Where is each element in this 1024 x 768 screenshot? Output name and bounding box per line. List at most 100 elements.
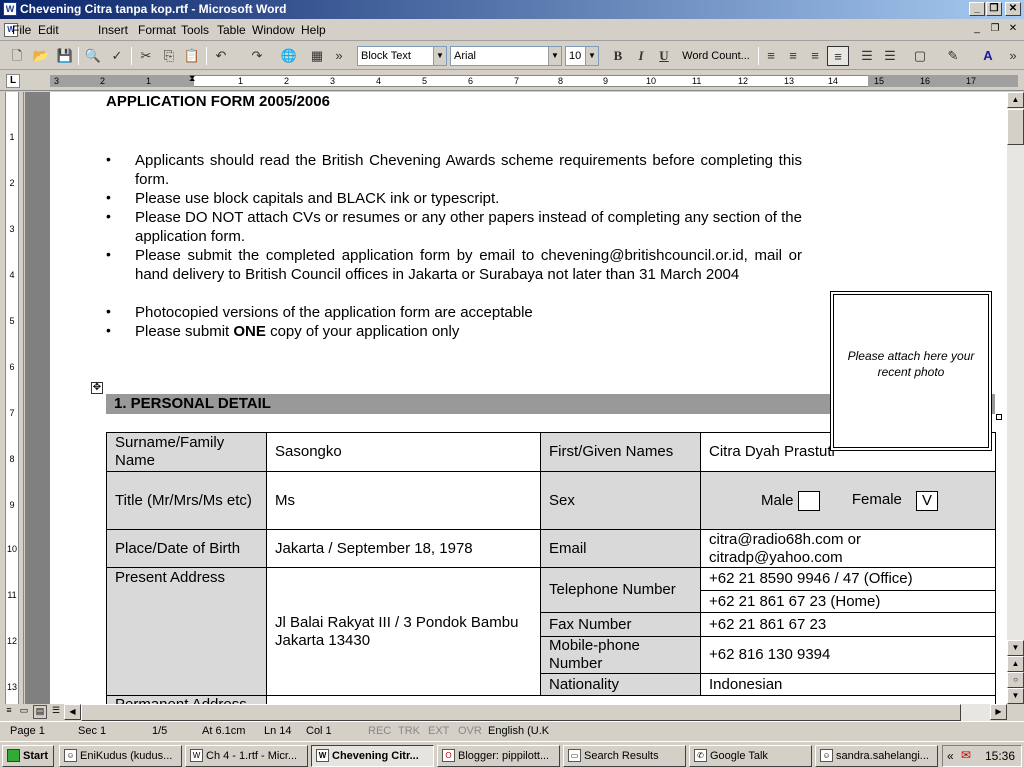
copy-icon[interactable]: ⎘ — [158, 46, 180, 66]
photo-box[interactable]: Please attach here your recent photo — [830, 291, 992, 451]
bold-button[interactable]: B — [607, 46, 629, 66]
male-checkbox[interactable] — [797, 490, 820, 511]
ruler-number: 2 — [100, 76, 106, 86]
toolbar-options-icon[interactable]: » — [333, 46, 345, 66]
gmail-notifier-icon[interactable]: ✉ — [961, 748, 971, 762]
taskbar-item-active[interactable]: W Chevening Citr... — [311, 745, 434, 767]
taskbar-item[interactable]: ▭ Search Results — [563, 745, 686, 767]
font-size-select[interactable]: 10 ▼ — [565, 46, 599, 66]
justify-icon[interactable]: ≡ — [827, 46, 849, 66]
email-field[interactable]: citra@radio68h.com or citradp@yahoo.com — [700, 529, 996, 568]
document-area[interactable]: APPLICATION FORM 2005/2006 • Applicants … — [25, 92, 1007, 704]
tab-selector-button[interactable]: L — [6, 74, 20, 88]
vertical-scrollbar[interactable]: ▲ ▼ ▲ ○ ▼ — [1007, 92, 1024, 704]
bullet-icon: • — [106, 151, 111, 167]
save-icon[interactable]: 💾 — [54, 46, 76, 66]
bullets-icon[interactable]: ☰ — [879, 46, 901, 66]
new-document-icon[interactable]: 🗋 — [6, 46, 28, 66]
spelling-icon[interactable]: ✓ — [106, 46, 128, 66]
menu-table[interactable]: Table — [217, 23, 246, 37]
status-trk[interactable]: TRK — [398, 725, 420, 737]
underline-button[interactable]: U — [653, 46, 675, 66]
telephone-home-field[interactable]: +62 21 861 67 23 (Home) — [700, 590, 996, 613]
numbering-icon[interactable]: ☰ — [856, 46, 878, 66]
fax-field[interactable]: +62 21 861 67 23 — [700, 612, 996, 637]
highlight-icon[interactable]: ✎ — [942, 46, 964, 66]
scroll-up-icon[interactable]: ▲ — [1007, 92, 1024, 108]
menu-file[interactable]: File — [12, 23, 31, 37]
taskbar-item[interactable]: O Blogger: pippilott... — [437, 745, 560, 767]
status-language[interactable]: English (U.K — [488, 725, 549, 737]
scroll-right-icon[interactable]: ▶ — [990, 704, 1007, 720]
permanent-address-field[interactable] — [266, 695, 996, 704]
open-icon[interactable]: 📂 — [30, 46, 52, 66]
align-center-icon[interactable]: ≡ — [782, 46, 804, 66]
menu-window[interactable]: Window — [252, 23, 295, 37]
table-move-handle-icon[interactable]: ✥ — [91, 382, 103, 394]
mobile-field[interactable]: +62 816 130 9394 — [700, 636, 996, 674]
previous-page-icon[interactable]: ▲ — [1007, 656, 1024, 672]
outline-view-icon[interactable]: ☰ — [49, 705, 63, 719]
italic-button[interactable]: I — [630, 46, 652, 66]
telephone-office-field[interactable]: +62 21 8590 9946 / 47 (Office) — [700, 567, 996, 591]
normal-view-icon[interactable]: ≡ — [2, 705, 16, 719]
minimize-button[interactable]: _ — [969, 2, 985, 16]
menu-tools[interactable]: Tools — [181, 23, 209, 37]
paste-icon[interactable]: 📋 — [181, 46, 203, 66]
align-left-icon[interactable]: ≡ — [760, 46, 782, 66]
clock[interactable]: 15:36 — [985, 749, 1015, 763]
word-count-button[interactable]: Word Count... — [676, 46, 756, 66]
hyperlink-icon[interactable]: 🌐 — [278, 46, 300, 66]
web-view-icon[interactable]: ▭ — [17, 705, 31, 719]
select-browse-object-icon[interactable]: ○ — [1007, 672, 1024, 688]
restore-button[interactable]: ❐ — [986, 2, 1002, 16]
nationality-field[interactable]: Indonesian — [700, 673, 996, 696]
close-button[interactable]: ✕ — [1005, 2, 1021, 16]
horizontal-ruler[interactable]: L 3 2 1 1 2 3 4 5 6 7 8 9 10 11 12 13 14… — [0, 71, 1024, 91]
menu-help[interactable]: Help — [301, 23, 326, 37]
status-ovr[interactable]: OVR — [458, 725, 482, 737]
tables-borders-icon[interactable]: ▦ — [306, 46, 328, 66]
word-app-icon[interactable]: W — [3, 2, 17, 16]
print-preview-icon[interactable]: 🔍 — [82, 46, 104, 66]
print-view-icon[interactable]: ▤ — [33, 705, 47, 719]
next-page-icon[interactable]: ▼ — [1007, 688, 1024, 704]
surname-field[interactable]: Sasongko — [266, 432, 541, 472]
female-checkbox[interactable]: V — [916, 490, 939, 511]
scroll-down-icon[interactable]: ▼ — [1007, 640, 1024, 656]
birth-field[interactable]: Jakarta / September 18, 1978 — [266, 529, 541, 568]
taskbar-item[interactable]: ☺ sandra.sahelangi... — [815, 745, 938, 767]
doc-minimize-button[interactable]: _ — [970, 22, 984, 36]
document-page[interactable]: APPLICATION FORM 2005/2006 • Applicants … — [50, 92, 1007, 704]
toolbar-options-icon[interactable]: » — [1006, 46, 1020, 66]
menu-insert[interactable]: Insert — [98, 23, 128, 37]
horizontal-scroll-thumb[interactable] — [81, 704, 961, 721]
title-field[interactable]: Ms — [266, 471, 541, 530]
align-right-icon[interactable]: ≡ — [804, 46, 826, 66]
taskbar-item[interactable]: ✆ Google Talk — [689, 745, 812, 767]
vertical-ruler[interactable]: 1 2 3 4 5 6 7 8 9 10 11 12 13 — [0, 92, 24, 704]
present-address-field[interactable]: Jl Balai Rakyat III / 3 Pondok Bambu Jak… — [266, 567, 541, 696]
style-select[interactable]: Block Text ▼ — [357, 46, 447, 66]
status-rec[interactable]: REC — [368, 725, 391, 737]
cut-icon[interactable]: ✂ — [135, 46, 157, 66]
font-color-icon[interactable]: A — [977, 46, 999, 66]
indent-marker-icon[interactable]: ⧗ — [189, 73, 195, 84]
font-select[interactable]: Arial ▼ — [450, 46, 562, 66]
doc-restore-button[interactable]: ❐ — [988, 22, 1002, 36]
scroll-thumb[interactable] — [1007, 109, 1024, 145]
menu-edit[interactable]: Edit — [38, 23, 59, 37]
resize-handle-icon[interactable] — [996, 414, 1002, 420]
taskbar-item[interactable]: ☺ EniKudus (kudus... — [59, 745, 182, 767]
status-ext[interactable]: EXT — [428, 725, 449, 737]
borders-icon[interactable]: ▢ — [909, 46, 931, 66]
menu-format[interactable]: Format — [138, 23, 176, 37]
scroll-left-icon[interactable]: ◀ — [64, 704, 81, 720]
redo-icon[interactable]: ↷ — [246, 46, 268, 66]
taskbar-item[interactable]: W Ch 4 - 1.rtf - Micr... — [185, 745, 308, 767]
start-button[interactable]: Start — [2, 745, 54, 767]
tray-expand-icon[interactable]: « — [947, 749, 954, 763]
doc-close-button[interactable]: ✕ — [1006, 22, 1020, 36]
list-item: • Please DO NOT attach CVs or resumes or… — [106, 208, 802, 245]
undo-icon[interactable]: ↶ — [210, 46, 232, 66]
